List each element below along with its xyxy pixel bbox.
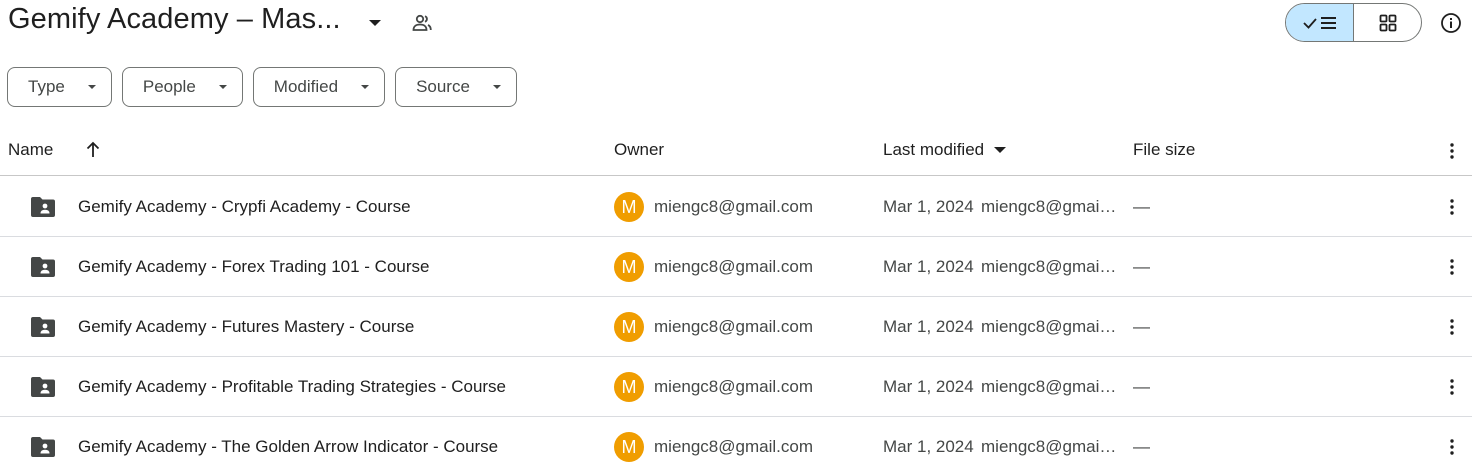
source-filter-chip[interactable]: Source [395,67,517,107]
caret-down-icon[interactable] [366,14,384,32]
owner-avatar: M [614,192,644,222]
file-size: — [1133,437,1150,456]
more-options-icon[interactable] [1444,257,1460,277]
shared-folder-icon [31,317,55,337]
modified-by: miengc8@gmail.com [981,437,1118,456]
caret-down-icon [87,85,96,89]
last-modified-column-header[interactable]: Last modified [883,140,1007,160]
table-row[interactable]: Gemify Academy - Forex Trading 101 - Cou… [0,237,1472,297]
info-icon[interactable] [1439,11,1463,35]
file-name[interactable]: Gemify Academy - Profitable Trading Stra… [78,377,506,397]
caret-down-icon [492,85,501,89]
modified-by: miengc8@gmail.com [981,317,1118,336]
header: Gemify Academy – Mas... [0,0,1472,48]
file-name[interactable]: Gemify Academy - Futures Mastery - Cours… [78,317,414,337]
grid-view-button[interactable] [1354,4,1421,41]
grid-icon [1379,14,1396,31]
source-filter-label: Source [416,77,470,96]
table-row[interactable]: Gemify Academy - Crypfi Academy - Course… [0,177,1472,237]
table-row[interactable]: Gemify Academy - Profitable Trading Stra… [0,357,1472,417]
check-list-icon [1302,16,1336,29]
shared-people-icon [412,14,432,31]
caret-down-icon [218,85,227,89]
shared-folder-icon [31,257,55,277]
owner-email: miengc8@gmail.com [654,197,813,216]
table-row[interactable]: Gemify Academy - Futures Mastery - Cours… [0,297,1472,357]
people-filter-label: People [142,77,196,96]
more-options-icon[interactable] [1444,197,1460,217]
file-name[interactable]: Gemify Academy - Crypfi Academy - Course [78,197,411,217]
shared-folder-icon [31,197,55,217]
name-column-header[interactable]: Name [8,140,53,160]
filter-bar: Type People Modified Source [7,67,517,107]
table-header: Name Owner Last modified File size [0,126,1472,176]
more-options-icon[interactable] [1444,317,1460,337]
file-size: — [1133,377,1150,396]
modified-filter-chip[interactable]: Modified [252,67,386,107]
modified-date: Mar 1, 2024 [883,197,974,216]
caret-down-icon [361,85,370,89]
view-toggle [1285,3,1422,42]
shared-folder-icon [31,437,55,457]
owner-email: miengc8@gmail.com [654,437,813,456]
sort-caret-down-icon [993,147,1006,153]
owner-avatar: M [614,372,644,402]
file-size: — [1133,197,1150,216]
shared-folder-icon [31,377,55,397]
file-name[interactable]: Gemify Academy - Forex Trading 101 - Cou… [78,257,429,277]
owner-email: miengc8@gmail.com [654,317,813,336]
folder-title[interactable]: Gemify Academy – Mas... [8,3,341,36]
owner-avatar: M [614,252,644,282]
owner-avatar: M [614,432,644,462]
modified-date: Mar 1, 2024 [883,257,974,276]
people-filter-chip[interactable]: People [121,67,243,107]
owner-email: miengc8@gmail.com [654,257,813,276]
file-name[interactable]: Gemify Academy - The Golden Arrow Indica… [78,437,498,457]
file-size: — [1133,257,1150,276]
owner-column-header: Owner [614,140,665,159]
last-modified-label: Last modified [883,140,985,159]
file-size-column-header: File size [1133,140,1196,159]
more-options-icon[interactable] [1444,437,1460,457]
modified-by: miengc8@gmail.com [981,197,1118,216]
owner-avatar: M [614,312,644,342]
modified-date: Mar 1, 2024 [883,377,974,396]
file-size: — [1133,317,1150,336]
modified-by: miengc8@gmail.com [981,257,1118,276]
more-options-icon[interactable] [1444,141,1460,161]
modified-date: Mar 1, 2024 [883,437,974,456]
owner-email: miengc8@gmail.com [654,377,813,396]
modified-date: Mar 1, 2024 [883,317,974,336]
more-options-icon[interactable] [1444,377,1460,397]
modified-filter-label: Modified [273,77,339,96]
table-row[interactable]: Gemify Academy - The Golden Arrow Indica… [0,417,1472,471]
modified-by: miengc8@gmail.com [981,377,1118,396]
sort-arrow-up-icon[interactable] [84,140,102,160]
list-view-button[interactable] [1286,4,1354,41]
type-filter-chip[interactable]: Type [7,67,112,107]
type-filter-label: Type [28,77,65,96]
